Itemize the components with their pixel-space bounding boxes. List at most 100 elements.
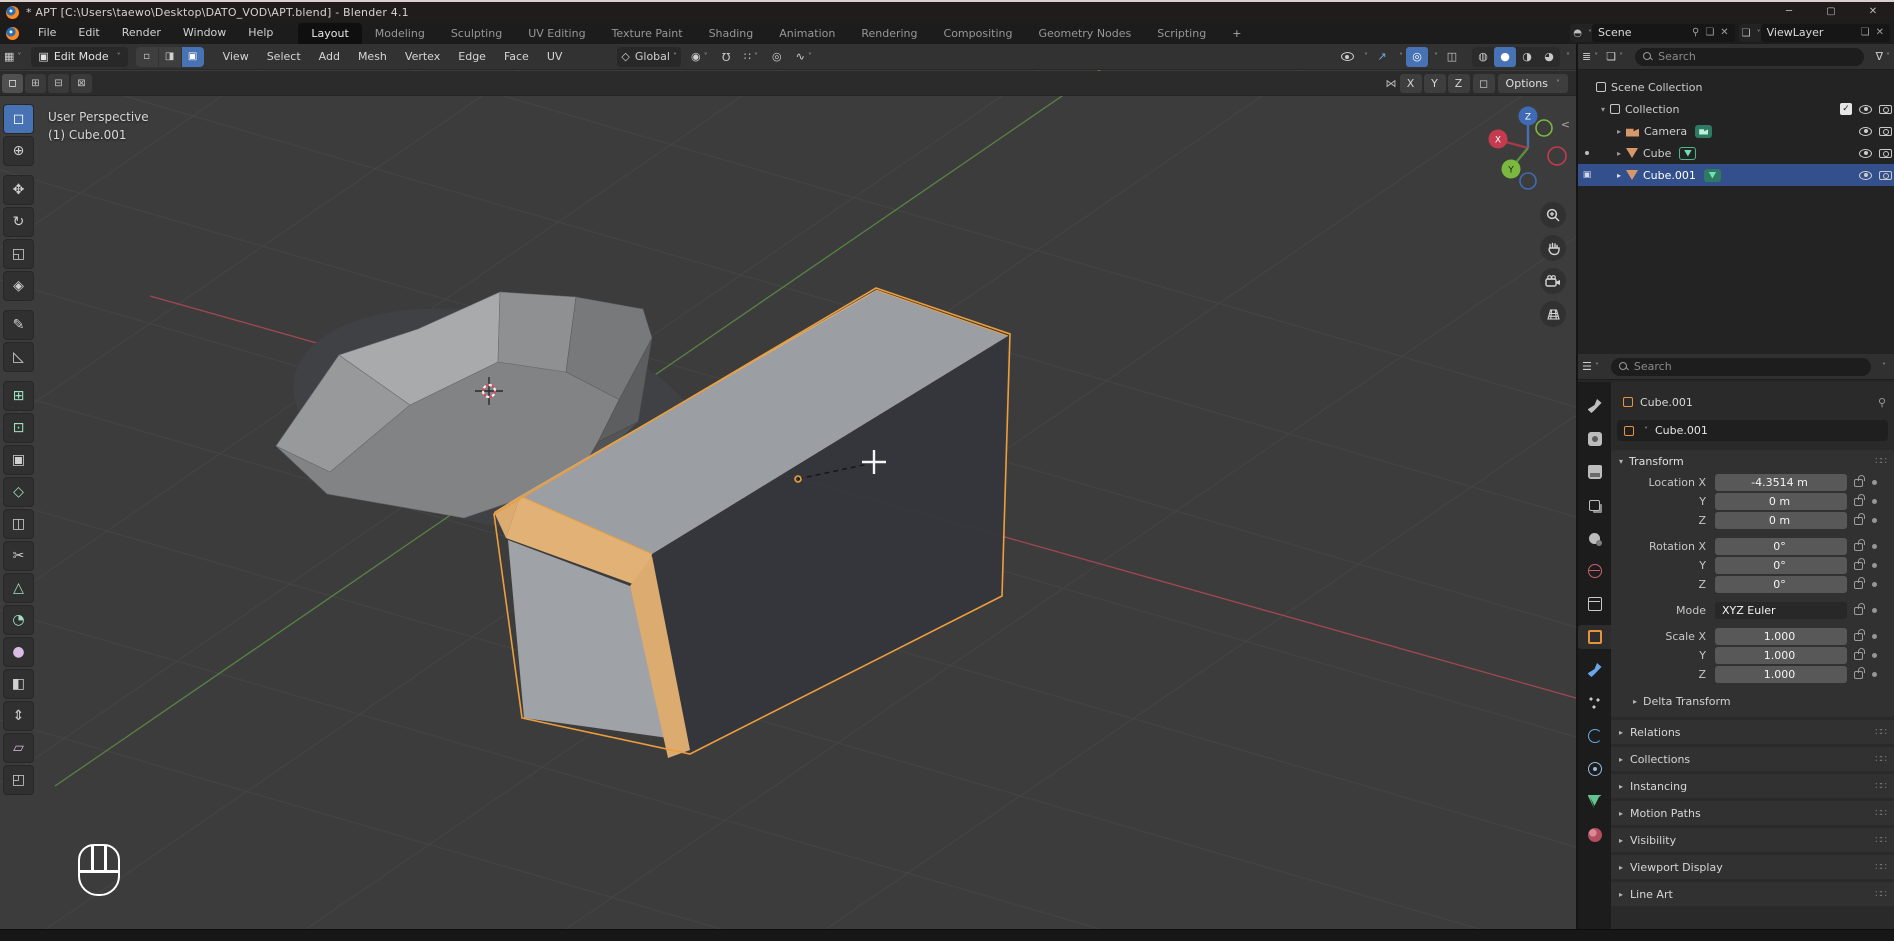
disable-render-camera-icon[interactable]	[1879, 105, 1892, 114]
tool-move[interactable]: ✥	[3, 175, 34, 205]
scene-name[interactable]: Scene	[1598, 24, 1686, 42]
hide-viewport-eye-icon[interactable]	[1859, 149, 1872, 158]
editor-type-button[interactable]: ▦ ˅	[0, 50, 25, 63]
keyframe-dot-icon[interactable]	[1872, 563, 1877, 568]
value-field[interactable]: 1.000	[1715, 628, 1847, 645]
menubar-item[interactable]: Help	[237, 22, 284, 44]
hide-viewport-eye-icon[interactable]	[1859, 105, 1872, 114]
outliner-row-cube-001[interactable]: ▣ ▸ Cube.001	[1578, 164, 1894, 186]
drag-dots-icon[interactable]: ∷∷	[1875, 754, 1886, 765]
tool-edge-slide[interactable]: ◧	[3, 669, 34, 699]
outliner-item-label[interactable]: Camera	[1644, 125, 1687, 138]
select-mode-extend[interactable]: ⊞	[25, 74, 46, 93]
outliner-item-label[interactable]: Cube.001	[1643, 169, 1696, 182]
transform-panel-header[interactable]: ▾ Transform ∷∷	[1611, 450, 1894, 472]
viewport-menu-item[interactable]: Mesh	[349, 50, 396, 63]
outliner-row-scene-collection[interactable]: Scene Collection	[1578, 76, 1894, 98]
viewport-menu-item[interactable]: Edge	[449, 50, 495, 63]
tool-transform[interactable]: ◈	[3, 271, 34, 301]
keyframe-dot-icon[interactable]	[1872, 608, 1877, 613]
properties-tab-material[interactable]	[1578, 823, 1611, 847]
value-field[interactable]: XYZ Euler	[1715, 602, 1847, 619]
mirror-axis-button[interactable]: Z	[1448, 74, 1470, 93]
view-layer-selector[interactable]: ❏ ˅ ViewLayer ❏ ✕	[1739, 24, 1890, 42]
tool-annotate[interactable]: ✎	[3, 310, 34, 340]
chevron-down-icon[interactable]: ˅	[1399, 52, 1403, 61]
camera-view-button[interactable]	[1540, 268, 1566, 294]
viewport-menu-item[interactable]: Add	[310, 50, 349, 63]
panel-viewport-display[interactable]: ▸ Viewport Display ∷∷	[1611, 855, 1894, 879]
mirror-axis-button[interactable]: Y	[1424, 74, 1446, 93]
drag-dots-icon[interactable]: ∷∷	[1875, 808, 1886, 819]
keyframe-dot-icon[interactable]	[1872, 582, 1877, 587]
viewport-canvas[interactable]	[0, 70, 1576, 929]
properties-tab-constraints[interactable]	[1578, 757, 1611, 781]
edge-select-button[interactable]: ◨	[159, 47, 181, 67]
ortho-toggle-button[interactable]	[1540, 301, 1566, 327]
gizmos-toggle[interactable]: ↗	[1371, 47, 1393, 67]
select-mode-intersect[interactable]: ⊠	[71, 74, 92, 93]
drag-dots-icon[interactable]: ∷∷	[1875, 862, 1886, 873]
tool-rip-region[interactable]: ◰	[3, 765, 34, 795]
drag-dots-icon[interactable]: ∷∷	[1875, 781, 1886, 792]
workspace-tab[interactable]: Layout	[298, 23, 361, 44]
tool-smooth[interactable]: ●	[3, 637, 34, 667]
lock-icon[interactable]	[1854, 671, 1863, 679]
keyframe-dot-icon[interactable]	[1872, 480, 1877, 485]
vertex-select-button[interactable]: ▫	[136, 47, 158, 67]
navigation-gizmo[interactable]: Z X Y	[1478, 96, 1576, 200]
workspace-tab[interactable]: Rendering	[848, 23, 930, 44]
menubar-item[interactable]: Edit	[67, 22, 110, 44]
delete-icon[interactable]: ✕	[1876, 24, 1884, 42]
solid-shading-button[interactable]: ●	[1494, 47, 1516, 67]
pan-button[interactable]	[1540, 235, 1566, 261]
face-select-button[interactable]: ▣	[182, 47, 204, 67]
value-field[interactable]: 0°	[1715, 538, 1847, 555]
value-field[interactable]: -4.3514 m	[1715, 474, 1847, 491]
visibility-dropdown[interactable]	[1336, 47, 1358, 67]
properties-tab-object[interactable]	[1578, 625, 1611, 649]
outliner-search[interactable]: Search	[1635, 48, 1864, 66]
drag-dots-icon[interactable]: ∷∷	[1875, 835, 1886, 846]
expander-icon[interactable]: ▸	[1612, 149, 1626, 158]
viewport-menu-item[interactable]: UV	[538, 50, 572, 63]
tool-add-cube[interactable]: ⊞	[3, 381, 34, 411]
menubar-item[interactable]: Window	[172, 22, 237, 44]
viewport-3d[interactable]: ▦ ˅ ▣ Edit Mode ˅ ▫ ◨ ▣ ViewSelectAddMes…	[0, 44, 1576, 929]
proportional-edit-toggle[interactable]: ◎	[768, 50, 786, 63]
outliner-row-collection[interactable]: ▾ Collection ✓	[1578, 98, 1894, 120]
lock-icon[interactable]	[1854, 543, 1863, 551]
viewport-menu-item[interactable]: Vertex	[396, 50, 449, 63]
value-field[interactable]: 0 m	[1715, 493, 1847, 510]
outliner-item-label[interactable]: Scene Collection	[1611, 81, 1702, 94]
gizmo-neg-y-axis[interactable]	[1536, 120, 1552, 136]
outliner-row-camera[interactable]: ▸ Camera	[1578, 120, 1894, 142]
maximize-button[interactable]: ▢	[1810, 2, 1852, 22]
object-name-field[interactable]: ˅ Cube.001	[1617, 420, 1888, 441]
chevron-down-icon[interactable]: ˅	[1566, 52, 1570, 61]
disable-render-camera-icon[interactable]	[1879, 171, 1892, 180]
workspace-tab[interactable]: Geometry Nodes	[1025, 23, 1144, 44]
tool-bevel[interactable]: ◇	[3, 477, 34, 507]
pin-icon[interactable]: ⚲	[1878, 396, 1886, 409]
value-field[interactable]: 1.000	[1715, 647, 1847, 664]
properties-tab-physics[interactable]	[1578, 724, 1611, 748]
properties-tab-output[interactable]	[1578, 460, 1611, 484]
pin-icon[interactable]: ⚲	[1692, 24, 1699, 42]
tool-knife[interactable]: ✂	[3, 541, 34, 571]
duplicate-icon[interactable]: ❏	[1705, 24, 1714, 42]
filter-chevron-icon[interactable]: ˅	[1882, 362, 1886, 371]
rendered-shading-button[interactable]: ◕	[1538, 47, 1560, 67]
delete-icon[interactable]: ✕	[1720, 24, 1728, 42]
close-button[interactable]: ✕	[1852, 2, 1894, 22]
panel-visibility[interactable]: ▸ Visibility ∷∷	[1611, 828, 1894, 852]
scene-selector[interactable]: ◓ ˅ Scene ⚲ ❏ ✕	[1570, 24, 1734, 42]
properties-tab-tool[interactable]	[1578, 394, 1611, 418]
select-mode-set[interactable]: ◻	[2, 74, 23, 93]
editor-type-button[interactable]: ☰ ˅	[1578, 360, 1603, 373]
tool-rotate[interactable]: ↻	[3, 207, 34, 237]
gizmo-neg-z-axis[interactable]	[1520, 173, 1536, 189]
expander-icon[interactable]: ▾	[1596, 105, 1610, 114]
material-preview-button[interactable]: ◑	[1516, 47, 1538, 67]
mirror-axis-button[interactable]: X	[1400, 74, 1422, 93]
